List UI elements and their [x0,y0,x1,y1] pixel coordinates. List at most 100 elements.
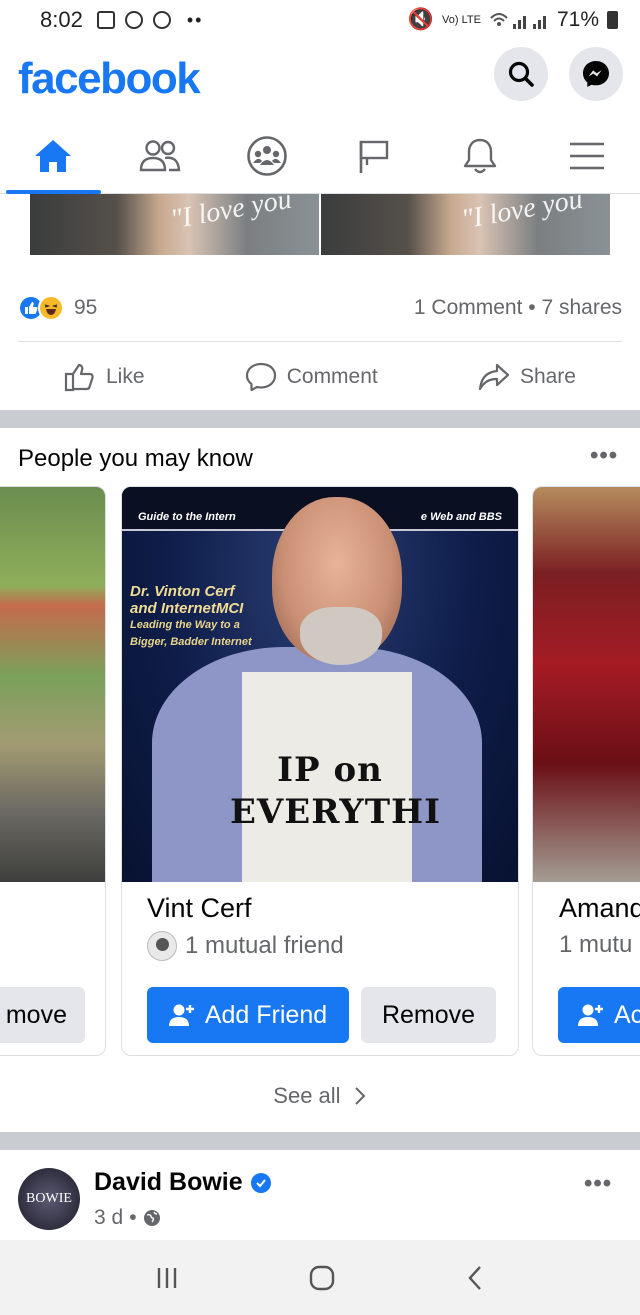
post-image-caption: "I love you [168,194,294,236]
account-notification-icon [124,11,143,29]
verified-badge-icon [250,1172,271,1193]
comment-share-stats[interactable]: 1 Comment • 7 shares [414,296,622,320]
notifications-bell-icon [463,138,497,173]
avatar-text: BOWIE [26,1191,72,1206]
cover-line-4: Bigger, Badder Internet [130,636,252,648]
mutual-friends[interactable]: 1 mutual friend [147,931,344,961]
wifi-signal-icon [490,13,546,29]
share-arrow-icon [478,363,510,391]
android-nav-bar [0,1240,640,1315]
battery-percent: 71% [556,8,599,31]
cover-line-3: Leading the Way to a [130,619,240,631]
pymk-card-photo[interactable]: Guide to the Intern e Web and BBS Dr. Vi… [122,487,518,882]
public-globe-icon [143,1210,160,1226]
like-label: Like [106,365,145,388]
comment-bubble-icon [245,362,276,392]
pymk-card-left: move [0,486,106,1056]
account-notification-icon-2 [152,11,171,29]
cover-line-2: and InternetMCI [130,600,244,617]
pymk-more-options-icon[interactable]: ••• [590,442,618,470]
pymk-card-right-photo[interactable] [533,487,640,882]
friends-icon [139,139,181,171]
cover-line-1: Dr. Vinton Cerf [130,583,235,600]
comment-button[interactable]: Comment [199,362,424,392]
mutual-friend-avatar [147,931,177,961]
mutual-friends-label: 1 mutual friend [185,932,344,959]
reaction-count[interactable]: 95 [74,296,97,320]
share-button[interactable]: Share [432,362,622,392]
pymk-right-name[interactable]: Amand [559,893,640,924]
feed-separator-2 [0,1132,640,1150]
remove-button[interactable]: Remove [361,987,496,1043]
share-label: Share [519,365,576,388]
pymk-right-mutual[interactable]: 1 mutu [559,931,632,959]
tab-home[interactable] [0,118,107,194]
recent-apps-icon[interactable] [155,1266,179,1290]
facebook-logo[interactable]: facebook [18,54,201,104]
back-icon[interactable] [465,1264,485,1292]
pymk-right-add-button[interactable]: Ac [558,987,640,1043]
add-friend-icon [578,1004,603,1026]
pymk-title: People you may know [18,445,253,472]
more-notifications-icon: •• [186,9,204,30]
see-all-label: See all [273,1083,341,1108]
comment-label: Comment [286,365,378,388]
poster-name: David Bowie [94,1168,243,1196]
like-button[interactable]: Like [18,362,191,392]
post-meta: 3 d • [94,1206,161,1230]
volte-indicator: Vo) LTE [442,13,481,26]
menu-icon [569,142,604,169]
divider [18,341,622,342]
cover-strip-left: Guide to the Intern [138,511,236,523]
pymk-card-right: Amand 1 mutu Ac [532,486,640,1056]
poster-name-row[interactable]: David Bowie [94,1168,271,1197]
poster-avatar[interactable]: BOWIE [18,1168,80,1230]
pymk-left-remove-button[interactable]: move [0,987,85,1043]
like-thumb-icon [64,363,94,392]
status-time: 8:02 [40,7,83,32]
feed-separator [0,410,640,428]
pages-flag-icon [360,140,389,173]
post-more-options-icon[interactable]: ••• [584,1170,612,1198]
battery-icon [607,11,618,29]
main-nav-tabs [0,118,640,194]
add-friend-button[interactable]: Add Friend [147,987,349,1043]
add-friend-icon [168,1004,194,1026]
tab-menu[interactable] [533,118,640,193]
add-friend-label: Add Friend [204,1000,328,1029]
tab-groups[interactable] [213,118,320,193]
reactions-row: 95 1 Comment • 7 shares [18,290,622,326]
remove-label: move [5,1000,67,1029]
tab-pages[interactable] [320,118,427,193]
post-image-left: "I love you [30,194,319,255]
home-icon [35,139,72,172]
messenger-icon [583,61,609,87]
pymk-card-vint-cerf: Guide to the Intern e Web and BBS Dr. Vi… [121,486,519,1056]
chevron-right-icon [354,1087,366,1105]
status-bar: 8:02 •• 🔇 Vo) LTE 71% [0,0,640,40]
mute-icon: 🔇 [407,8,435,31]
pymk-card-left-photo[interactable] [0,487,105,882]
haha-reaction-icon[interactable] [38,295,64,321]
gallery-notification-icon [96,11,115,29]
post-actions: Like Comment Share [18,352,622,402]
search-icon [508,61,534,87]
remove-label: Remove [381,1000,476,1029]
cover-strip-right: e Web and BBS [420,511,502,523]
post-image-caption-2: "I love you [459,194,585,236]
app-header: facebook [0,40,640,118]
tab-friends[interactable] [107,118,214,193]
pymk-name[interactable]: Vint Cerf [147,893,252,924]
search-button[interactable] [494,47,548,101]
messenger-button[interactable] [569,47,623,101]
add-label: Ac [614,1000,640,1029]
post-time[interactable]: 3 d [94,1206,123,1230]
magazine-cover-image: Guide to the Intern e Web and BBS Dr. Vi… [122,487,518,882]
post-image[interactable]: "I love you "I love you [30,194,610,255]
see-all-link[interactable]: See all [0,1083,640,1109]
groups-icon [246,135,287,176]
home-nav-icon[interactable] [308,1264,336,1292]
shirt-text-1: IP on [277,750,383,790]
tab-notifications[interactable] [427,118,534,193]
shirt-text-2: EVERYTHI [230,792,442,832]
